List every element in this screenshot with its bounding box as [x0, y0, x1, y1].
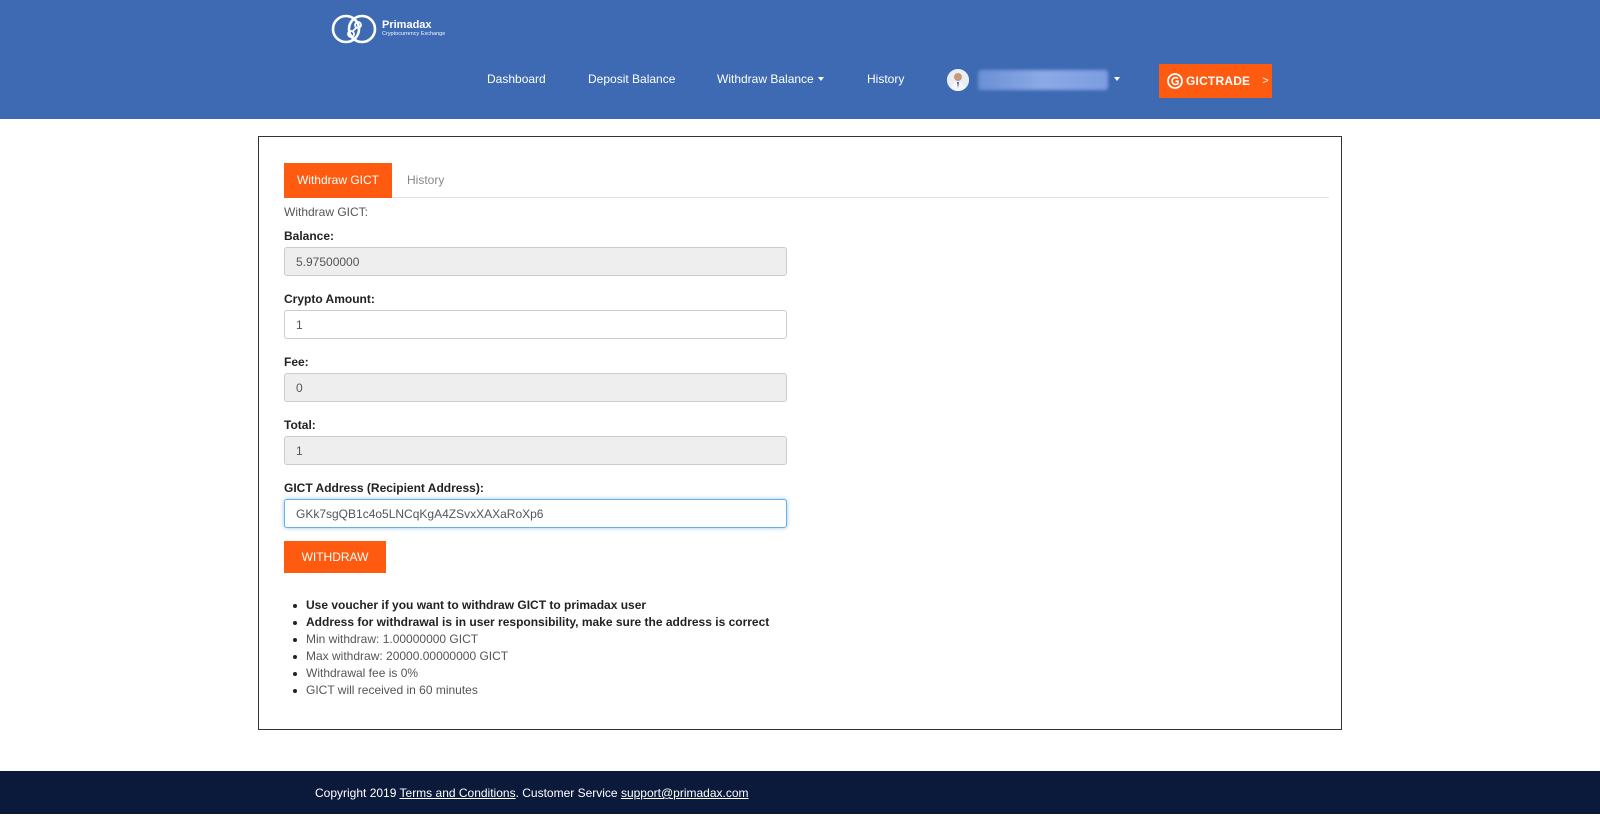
gictrade-label: GICTRADE: [1186, 74, 1251, 88]
note-item: Max withdraw: 20000.00000000 GICT: [284, 648, 884, 665]
copyright-text: Copyright 2019: [315, 786, 397, 800]
withdraw-notes: Use voucher if you want to withdraw GICT…: [284, 597, 884, 699]
footer-text: Copyright 2019 Terms and Conditions. Cus…: [315, 786, 749, 800]
brand-name: Primadax: [382, 19, 432, 32]
nav-dashboard[interactable]: Dashboard: [487, 72, 546, 86]
terms-link[interactable]: Terms and Conditions: [400, 786, 516, 800]
chevron-down-icon: [817, 76, 824, 81]
brand-text: Primadax Cryptocurrency Exchange: [382, 20, 445, 38]
balance-field: [284, 247, 787, 276]
note-item: Use voucher if you want to withdraw GICT…: [284, 597, 884, 614]
note-item: Address for withdrawal is in user respon…: [284, 614, 884, 631]
tab-withdraw-gict[interactable]: Withdraw GICT: [284, 163, 392, 198]
nav-withdraw-balance[interactable]: Withdraw Balance: [717, 72, 824, 86]
nav-deposit-balance[interactable]: Deposit Balance: [588, 72, 675, 86]
primadax-logo-icon: [331, 14, 377, 44]
chevron-down-icon: [1114, 77, 1120, 81]
withdraw-panel: Withdraw GICT History Withdraw GICT: Bal…: [258, 136, 1342, 730]
gictrade-button[interactable]: GICTRADE >: [1159, 64, 1272, 98]
gictrade-arrow: >: [1262, 75, 1269, 87]
brand-tagline: Cryptocurrency Exchange: [382, 31, 446, 38]
balance-label: Balance:: [284, 229, 335, 243]
recipient-address-input[interactable]: [284, 499, 787, 528]
nav-history[interactable]: History: [867, 72, 904, 86]
user-avatar-icon: [947, 69, 969, 91]
username-obscured: [978, 70, 1108, 90]
note-item: GICT will received in 60 minutes: [284, 682, 884, 699]
tab-bar: Withdraw GICT History: [284, 163, 1329, 198]
gict-coin-icon: [1167, 73, 1183, 89]
note-item: Min withdraw: 1.00000000 GICT: [284, 631, 884, 648]
note-item: Withdrawal fee is 0%: [284, 665, 884, 682]
crypto-amount-input[interactable]: [284, 310, 787, 339]
footer: Copyright 2019 Terms and Conditions. Cus…: [0, 771, 1600, 814]
withdraw-button[interactable]: WITHDRAW: [284, 541, 386, 573]
fee-field: [284, 373, 787, 402]
avatar: [947, 69, 969, 91]
support-email-link[interactable]: support@primadax.com: [621, 786, 749, 800]
total-label: Total:: [284, 418, 316, 432]
address-label: GICT Address (Recipient Address):: [284, 481, 484, 495]
customer-service-text: . Customer Service: [515, 786, 618, 800]
tab-history[interactable]: History: [407, 163, 444, 198]
crypto-amount-label: Crypto Amount:: [284, 292, 375, 306]
total-field: [284, 436, 787, 465]
withdraw-form: Withdraw GICT: Balance: Crypto Amount: F…: [284, 205, 787, 573]
fee-label: Fee:: [284, 355, 309, 369]
brand[interactable]: Primadax Cryptocurrency Exchange: [331, 11, 445, 47]
nav-withdraw-label: Withdraw Balance: [717, 72, 814, 86]
user-menu[interactable]: [947, 69, 1120, 91]
top-navbar: Primadax Cryptocurrency Exchange Dashboa…: [0, 0, 1600, 119]
form-title: Withdraw GICT:: [284, 205, 369, 219]
